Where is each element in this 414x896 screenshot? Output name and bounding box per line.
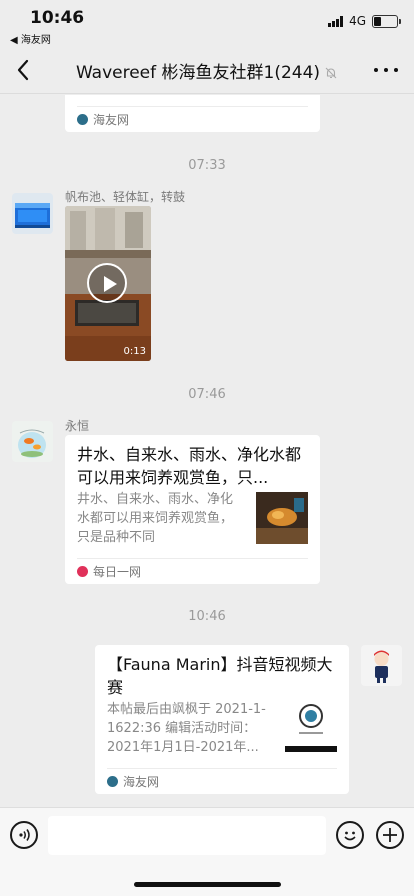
card-source: 海友网 bbox=[77, 106, 308, 132]
fish-thumbnail-image bbox=[256, 492, 308, 544]
my-avatar[interactable] bbox=[361, 645, 402, 686]
chat-title-text: Wavereef 彬海鱼友社群1(244) bbox=[75, 63, 321, 83]
chat-messages[interactable]: 海友网 07:33 帆布池、轻体缸，转鼓 0:13 07:46 永恒 井水、自来… bbox=[0, 95, 414, 807]
status-time: 10:46 bbox=[30, 8, 85, 28]
chat-title: Wavereef 彬海鱼友社群1(244) bbox=[60, 58, 354, 83]
chat-header: Wavereef 彬海鱼友社群1(244) bbox=[0, 46, 414, 94]
source-logo-icon bbox=[107, 776, 118, 787]
source-logo-icon bbox=[77, 566, 88, 577]
qr-code-thumbnail-image bbox=[285, 700, 337, 752]
link-description: 井水、自来水、雨水、净化水都可以用来饲养观赏鱼，只是品种不同 bbox=[77, 492, 234, 545]
pool-avatar-image bbox=[12, 193, 53, 234]
source-logo-icon bbox=[77, 114, 88, 125]
emoji-button[interactable] bbox=[336, 821, 364, 849]
link-card[interactable]: 井水、自来水、雨水、净化水都可以用来饲养观赏鱼，只... 井水、自来水、雨水、净… bbox=[65, 435, 320, 584]
add-button[interactable] bbox=[376, 821, 404, 849]
link-description: 本帖最后由飒枫于 2021-1-1622:36 编辑活动时间：2021年1月1日… bbox=[107, 702, 266, 755]
battery-level bbox=[374, 16, 381, 26]
link-card[interactable]: 【Fauna Marin】抖音短视频大赛 本帖最后由飒枫于 2021-1-162… bbox=[95, 645, 349, 794]
sender-name: 帆布池、轻体缸，转鼓 bbox=[65, 190, 186, 204]
emoji-icon bbox=[344, 831, 356, 841]
plus-icon bbox=[383, 828, 397, 842]
status-indicators: 4G bbox=[328, 14, 401, 28]
link-thumbnail bbox=[256, 492, 308, 544]
link-thumbnail bbox=[285, 700, 337, 752]
card-source: 每日一网 bbox=[77, 558, 308, 584]
timestamp: 07:33 bbox=[188, 158, 226, 173]
link-title: 井水、自来水、雨水、净化水都可以用来饲养观赏鱼，只... bbox=[77, 445, 302, 487]
voice-icon bbox=[19, 829, 30, 841]
signal-icon bbox=[328, 15, 344, 27]
more-options-button[interactable] bbox=[374, 58, 398, 82]
mute-bell-icon bbox=[325, 67, 337, 79]
source-name: 每日一网 bbox=[93, 565, 142, 579]
play-button[interactable] bbox=[87, 263, 127, 303]
source-name: 海友网 bbox=[93, 113, 130, 127]
back-button[interactable] bbox=[12, 56, 36, 84]
link-card-partial[interactable]: 海友网 bbox=[65, 95, 320, 132]
timestamp: 07:46 bbox=[188, 387, 226, 402]
avatar[interactable] bbox=[12, 193, 53, 234]
network-type: 4G bbox=[349, 14, 366, 28]
timestamp: 10:46 bbox=[188, 609, 226, 624]
back-to-app-link[interactable]: ◀ 海友网 bbox=[10, 31, 51, 46]
card-source: 海友网 bbox=[107, 768, 337, 794]
home-indicator[interactable] bbox=[134, 882, 281, 887]
message-input[interactable] bbox=[48, 816, 326, 855]
video-duration: 0:13 bbox=[123, 346, 146, 357]
video-message[interactable]: 0:13 bbox=[65, 206, 151, 361]
avatar[interactable] bbox=[12, 421, 53, 462]
fishbowl-avatar-image bbox=[12, 421, 53, 462]
status-bar: 10:46 ◀ 海友网 4G bbox=[0, 0, 414, 46]
source-name: 海友网 bbox=[123, 775, 160, 789]
chevron-left-icon bbox=[17, 59, 29, 81]
battery-icon bbox=[372, 14, 401, 28]
voice-button[interactable] bbox=[10, 821, 38, 849]
link-title: 【Fauna Marin】抖音短视频大赛 bbox=[107, 655, 333, 697]
sender-name: 永恒 bbox=[65, 419, 90, 433]
cartoon-avatar-image bbox=[361, 645, 402, 686]
